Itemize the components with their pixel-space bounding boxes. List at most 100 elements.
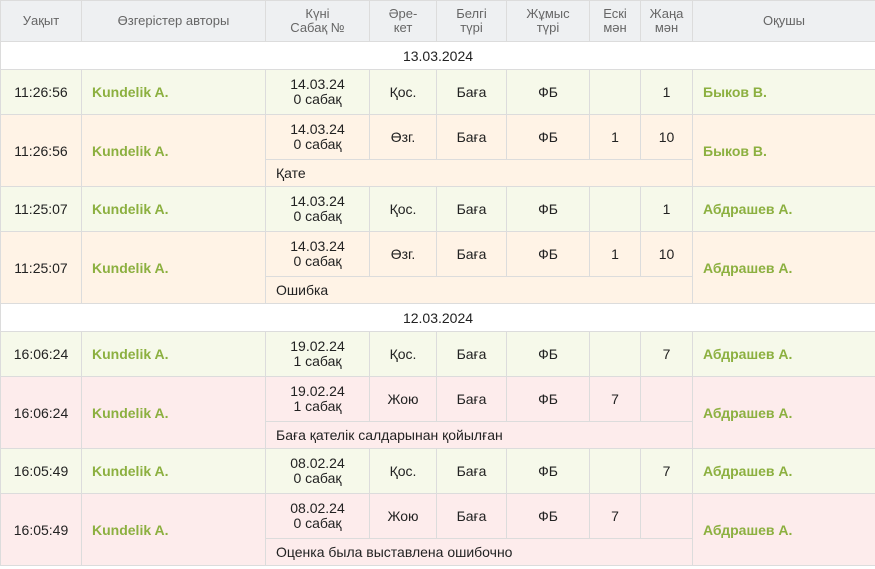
col-author-header: Өзгерістер авторы bbox=[81, 0, 266, 42]
entry-mark-type: Баға bbox=[436, 114, 507, 160]
col-action-header: Әре-кет bbox=[369, 0, 437, 42]
entry-action: Қос. bbox=[369, 186, 437, 232]
day-separator-row: 12.03.2024 bbox=[0, 303, 875, 332]
col-new-header-line1: Жаңа bbox=[649, 6, 684, 21]
entry-student[interactable]: Быков В. bbox=[692, 69, 875, 115]
entry-author[interactable]: Kundelik A. bbox=[81, 376, 266, 449]
entry-author[interactable]: Kundelik A. bbox=[81, 493, 266, 566]
col-old-header: Ескі мән bbox=[589, 0, 641, 42]
history-row: 16:06:24 Kundelik A. 19.02.24 1 сабақ Жою… bbox=[0, 376, 875, 449]
entry-time: 16:05:49 bbox=[0, 448, 82, 494]
col-new-header-line2: мән bbox=[654, 20, 679, 35]
history-table: Уақыт Өзгерістер авторы Күні Сабақ № Әре-… bbox=[0, 0, 875, 566]
entry-lesson: 14.03.24 0 сабақ bbox=[265, 231, 370, 277]
entry-time: 16:06:24 bbox=[0, 331, 82, 377]
entry-old-value: 1 bbox=[589, 114, 641, 160]
history-row: 16:06:24 Kundelik A. 19.02.24 1 сабақ Қос… bbox=[0, 331, 875, 377]
entry-new-value bbox=[640, 376, 693, 422]
entry-action: Жою bbox=[369, 493, 437, 539]
entry-author[interactable]: Kundelik A. bbox=[81, 69, 266, 115]
entry-student[interactable]: Абдрашев А. bbox=[692, 186, 875, 232]
entry-old-value bbox=[589, 448, 641, 494]
col-old-header-line1: Ескі bbox=[603, 6, 627, 21]
col-action-header-line2: кет bbox=[393, 20, 413, 35]
col-action-header-line1: Әре- bbox=[388, 6, 418, 21]
header-row: Уақыт Өзгерістер авторы Күні Сабақ № Әре-… bbox=[0, 0, 875, 42]
entry-lesson-number: 0 сабақ bbox=[293, 136, 342, 152]
entry-old-value bbox=[589, 69, 641, 115]
entry-lesson: 19.02.24 1 сабақ bbox=[265, 331, 370, 377]
col-mark-type-header: Белгі түрі bbox=[436, 0, 507, 42]
entry-student[interactable]: Абдрашев А. bbox=[692, 448, 875, 494]
entry-mark-type: Баға bbox=[436, 376, 507, 422]
entry-student[interactable]: Абдрашев А. bbox=[692, 231, 875, 304]
entry-action: Қос. bbox=[369, 331, 437, 377]
entry-author[interactable]: Kundelik A. bbox=[81, 231, 266, 304]
history-row: 16:05:49 Kundelik A. 08.02.24 0 сабақ Жою… bbox=[0, 493, 875, 566]
entry-new-value: 1 bbox=[640, 69, 693, 115]
entry-mark-type: Баға bbox=[436, 448, 507, 494]
col-date-header-line1: Күні bbox=[305, 6, 330, 21]
col-mark-type-header-line2: түрі bbox=[460, 20, 483, 35]
col-work-type-header: Жұмыс түрі bbox=[506, 0, 590, 42]
entry-old-value: 7 bbox=[589, 493, 641, 539]
entry-mark-type: Баға bbox=[436, 493, 507, 539]
entry-old-value bbox=[589, 331, 641, 377]
history-row: 11:26:56 Kundelik A. 14.03.24 0 сабақ Өзг… bbox=[0, 114, 875, 187]
entry-student[interactable]: Абдрашев А. bbox=[692, 331, 875, 377]
entry-author[interactable]: Kundelik A. bbox=[81, 186, 266, 232]
entry-lesson-number: 0 сабақ bbox=[293, 515, 342, 531]
col-old-header-line2: мән bbox=[603, 20, 627, 35]
entry-lesson: 08.02.24 0 сабақ bbox=[265, 493, 370, 539]
entry-author[interactable]: Kundelik A. bbox=[81, 448, 266, 494]
entry-lesson-date: 08.02.24 bbox=[290, 500, 345, 516]
entry-work-type: ФБ bbox=[506, 448, 590, 494]
history-row: 16:05:49 Kundelik A. 08.02.24 0 сабақ Қос… bbox=[0, 448, 875, 494]
col-work-type-header-line1: Жұмыс bbox=[526, 6, 570, 21]
entry-lesson-date: 14.03.24 bbox=[290, 76, 345, 92]
entry-lesson-date: 14.03.24 bbox=[290, 121, 345, 137]
col-work-type-header-line2: түрі bbox=[536, 20, 560, 35]
entry-student[interactable]: Абдрашев А. bbox=[692, 376, 875, 449]
entry-author[interactable]: Kundelik A. bbox=[81, 331, 266, 377]
entry-action: Қос. bbox=[369, 69, 437, 115]
entry-lesson: 14.03.24 0 сабақ bbox=[265, 114, 370, 160]
entry-mark-type: Баға bbox=[436, 231, 507, 277]
history-row: 11:26:56 Kundelik A. 14.03.24 0 сабақ Қос… bbox=[0, 69, 875, 115]
entry-work-type: ФБ bbox=[506, 493, 590, 539]
entry-comment: Оценка была выставлена ошибочно bbox=[265, 538, 693, 566]
entry-comment: Баға қателік салдарынан қойылған bbox=[265, 421, 693, 449]
entry-time: 11:26:56 bbox=[0, 69, 82, 115]
entry-time: 16:05:49 bbox=[0, 493, 82, 566]
entry-new-value: 7 bbox=[640, 331, 693, 377]
entry-action: Өзг. bbox=[369, 231, 437, 277]
entry-time: 11:25:07 bbox=[0, 231, 82, 304]
entry-lesson: 08.02.24 0 сабақ bbox=[265, 448, 370, 494]
entry-lesson-number: 1 сабақ bbox=[293, 398, 342, 414]
entry-time: 11:25:07 bbox=[0, 186, 82, 232]
entry-new-value bbox=[640, 493, 693, 539]
entry-old-value: 7 bbox=[589, 376, 641, 422]
entry-mark-type: Баға bbox=[436, 186, 507, 232]
history-body: 13.03.2024 11:26:56 Kundelik A. 14.03.24… bbox=[0, 41, 875, 566]
entry-lesson-number: 0 сабақ bbox=[293, 253, 342, 269]
entry-comment: Ошибка bbox=[265, 276, 693, 304]
day-separator-row: 13.03.2024 bbox=[0, 41, 875, 70]
history-row: 11:25:07 Kundelik A. 14.03.24 0 сабақ Қос… bbox=[0, 186, 875, 232]
entry-action: Қос. bbox=[369, 448, 437, 494]
col-new-header: Жаңа мән bbox=[640, 0, 693, 42]
entry-work-type: ФБ bbox=[506, 376, 590, 422]
entry-student[interactable]: Быков В. bbox=[692, 114, 875, 187]
entry-lesson-number: 0 сабақ bbox=[293, 208, 342, 224]
entry-new-value: 10 bbox=[640, 231, 693, 277]
entry-student[interactable]: Абдрашев А. bbox=[692, 493, 875, 566]
col-date-header-line2: Сабақ № bbox=[290, 20, 345, 35]
history-row: 11:25:07 Kundelik A. 14.03.24 0 сабақ Өзг… bbox=[0, 231, 875, 304]
entry-mark-type: Баға bbox=[436, 69, 507, 115]
entry-lesson: 14.03.24 0 сабақ bbox=[265, 69, 370, 115]
entry-lesson-date: 08.02.24 bbox=[290, 455, 345, 471]
entry-old-value bbox=[589, 186, 641, 232]
entry-author[interactable]: Kundelik A. bbox=[81, 114, 266, 187]
entry-action: Өзг. bbox=[369, 114, 437, 160]
entry-old-value: 1 bbox=[589, 231, 641, 277]
